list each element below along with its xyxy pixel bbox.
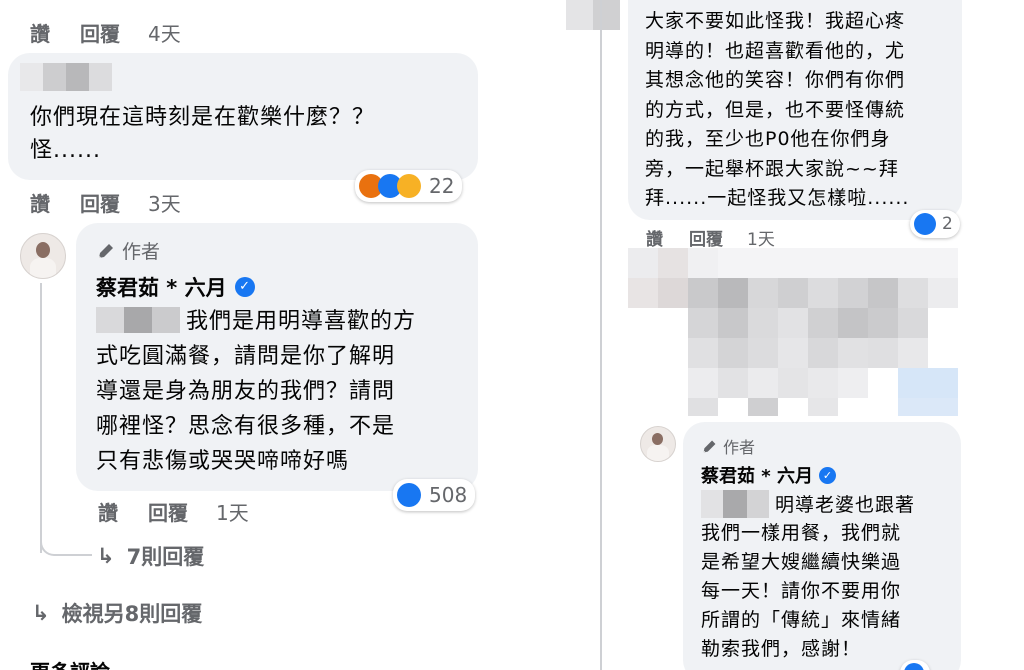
reply-action[interactable]: 回覆 xyxy=(80,188,120,217)
blurred-comment-block xyxy=(628,248,958,416)
verified-icon: ✓ xyxy=(818,466,836,484)
view-replies-label[interactable]: 7則回覆 xyxy=(127,541,205,571)
thread-line xyxy=(600,275,602,670)
like-action[interactable]: 讚 xyxy=(30,188,50,217)
reaction-count: 22 xyxy=(429,174,455,198)
thread-curve xyxy=(40,530,92,556)
author-name-text[interactable]: 蔡君茹 * 六月 xyxy=(96,272,227,302)
reply-action[interactable]: 回覆 xyxy=(80,18,120,47)
comment-time[interactable]: 3天 xyxy=(148,188,181,217)
comment-actions: 讚 回覆 1天 xyxy=(98,497,249,526)
reply-arrow-icon: ↳ xyxy=(32,601,50,625)
like-action[interactable]: 讚 xyxy=(30,18,50,47)
reply-text: 式吃圓滿餐，請問是你了解明 導還是身為朋友的我們？請問 哪裡怪？思念有很多種，不… xyxy=(96,344,396,474)
like-icon xyxy=(397,483,421,507)
pen-icon xyxy=(701,438,718,455)
right-comment-panel: 大家不要如此怪我！我超心疼 明導的！也超喜歡看他的，尤 其想念他的笑容！你們有你… xyxy=(542,0,1024,670)
author-reply-bubble: 作者 蔡君茹 * 六月 ✓ 我們是用明導喜歡的方 式吃圓滿餐，請問是你了解明 導… xyxy=(76,223,478,491)
view-more-comments-link[interactable]: ↳ 檢視另8則回覆 xyxy=(32,598,202,628)
like-action[interactable]: 讚 xyxy=(98,497,118,526)
reaction-summary[interactable]: 22 xyxy=(355,170,463,202)
avatar[interactable] xyxy=(640,426,676,462)
blurred-mention[interactable] xyxy=(701,490,769,518)
reaction-count: 508 xyxy=(429,483,468,507)
like-icon xyxy=(904,663,924,670)
author-badge: 作者 xyxy=(701,434,755,458)
comment-actions-top: 讚 回覆 4天 xyxy=(30,18,181,47)
left-comment-panel: 讚 回覆 4天 你們現在這時刻是在歡樂什麼？？ 怪...... 22 讚 回覆 … xyxy=(0,0,535,670)
pen-icon xyxy=(96,241,116,261)
reply-action[interactable]: 回覆 xyxy=(148,497,188,526)
reaction-summary[interactable]: 508 xyxy=(393,479,476,511)
thread-line xyxy=(40,283,42,553)
view-more-label[interactable]: 檢視另8則回覆 xyxy=(62,598,203,628)
author-badge: 作者 xyxy=(96,237,160,264)
comment-text: 大家不要如此怪我！我超心疼 明導的！也超喜歡看他的，尤 其想念他的笑容！你們有你… xyxy=(645,10,910,209)
cut-off-heading: 更多評論 xyxy=(30,656,110,670)
reply-text: 我們一樣用餐，我們就 是希望大嫂繼續快樂過 每一天！請你不要用你 所謂的「傳統」… xyxy=(701,522,902,660)
blurred-mention[interactable] xyxy=(96,307,180,333)
comment-actions: 讚 回覆 3天 xyxy=(30,188,181,217)
author-name[interactable]: 蔡君茹 * 六月 ✓ xyxy=(701,462,836,488)
thread-line xyxy=(600,0,602,275)
reply-text-line1: 明導老婆也跟著 xyxy=(775,494,916,516)
view-replies-link[interactable]: ↳ 7則回覆 xyxy=(97,541,204,571)
author-name-text[interactable]: 蔡君茹 * 六月 xyxy=(701,462,813,488)
comment-time[interactable]: 1天 xyxy=(216,497,249,526)
comment-bubble: 你們現在這時刻是在歡樂什麼？？ 怪...... xyxy=(8,53,478,180)
reply-arrow-icon: ↳ xyxy=(97,544,115,568)
like-action[interactable]: 讚 xyxy=(646,225,663,250)
reply-action[interactable]: 回覆 xyxy=(689,225,723,250)
panel-divider xyxy=(535,0,542,670)
author-label: 作者 xyxy=(723,438,756,457)
reaction-summary[interactable]: 2 xyxy=(910,210,960,238)
comment-actions: 讚 回覆 1天 xyxy=(646,225,775,250)
haha-icon xyxy=(397,174,421,198)
reply-text-line1: 我們是用明導喜歡的方 xyxy=(186,309,417,334)
reaction-count: 2 xyxy=(942,214,953,234)
author-name[interactable]: 蔡君茹 * 六月 ✓ xyxy=(96,272,255,302)
comment-text: 你們現在這時刻是在歡樂什麼？？ 怪...... xyxy=(30,105,376,163)
avatar[interactable] xyxy=(20,233,66,279)
comment-time[interactable]: 4天 xyxy=(148,18,181,47)
author-label: 作者 xyxy=(122,241,161,263)
blurred-username xyxy=(20,63,112,91)
blurred-avatar[interactable] xyxy=(566,0,620,30)
comment-bubble: 大家不要如此怪我！我超心疼 明導的！也超喜歡看他的，尤 其想念他的笑容！你們有你… xyxy=(628,0,962,220)
author-reply-bubble: 作者 蔡君茹 * 六月 ✓ 明導老婆也跟著 我們一樣用餐，我們就 是希望大嫂繼續… xyxy=(683,422,961,670)
verified-icon: ✓ xyxy=(234,277,255,297)
like-icon xyxy=(914,213,936,235)
comment-time[interactable]: 1天 xyxy=(747,225,775,250)
